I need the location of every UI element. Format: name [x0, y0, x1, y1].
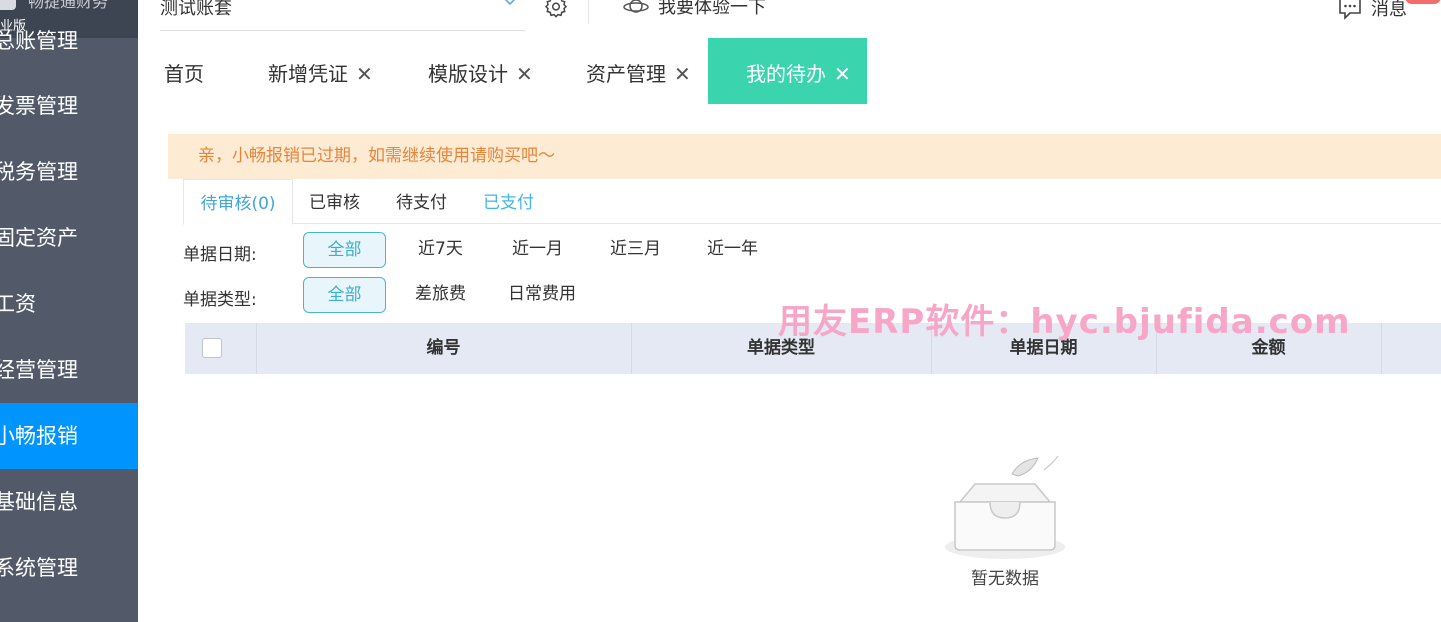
date-filter-all[interactable]: 全部 — [303, 232, 386, 268]
top-bar: 测试账套 我要体验一下 消息 — [138, 0, 1441, 38]
try-experience-label: 我要体验一下 — [658, 0, 766, 18]
tab-label: 资产管理 — [586, 62, 666, 86]
tab-label: 我的待办 — [746, 62, 826, 86]
tab-label: 新增凭证 — [268, 62, 348, 86]
date-filter-1year[interactable]: 近一年 — [707, 232, 758, 268]
sidebar-item-label: 经营管理 — [0, 358, 78, 382]
type-filter-all[interactable]: 全部 — [303, 277, 386, 313]
close-icon[interactable]: ✕ — [834, 38, 851, 110]
type-filter-travel[interactable]: 差旅费 — [415, 277, 466, 313]
sidebar-item-label: 税务管理 — [0, 160, 78, 184]
messages-button[interactable]: 消息 — [1337, 0, 1407, 22]
type-filter-daily[interactable]: 日常费用 — [508, 277, 576, 313]
gear-icon[interactable] — [544, 0, 568, 18]
type-filter-label: 单据类型: — [183, 290, 257, 310]
tab-asset-management[interactable]: 资产管理 ✕ — [586, 38, 691, 104]
tab-new-voucher[interactable]: 新增凭证 ✕ — [268, 38, 373, 104]
sidebar-item-label: 基础信息 — [0, 490, 78, 514]
tab-label: 模版设计 — [428, 62, 508, 86]
sidebar-item-label: 工资 — [0, 292, 36, 316]
tab-template-design[interactable]: 模版设计 ✕ — [428, 38, 533, 104]
sidebar-item-expense[interactable]: 小畅报销 — [0, 403, 138, 469]
sidebar-item-label: 系统管理 — [0, 556, 78, 580]
sidebar-item-label: 发票管理 — [0, 94, 78, 118]
sidebar-item-invoice[interactable]: 发票管理 — [0, 73, 138, 139]
date-filter-1month[interactable]: 近一月 — [512, 232, 563, 268]
sidebar: 畅捷通财务 业版 总账管理 发票管理 税务管理 固定资产 工资 经营管理 小畅报… — [0, 0, 138, 622]
empty-box-icon — [945, 455, 1065, 559]
close-icon[interactable]: ✕ — [356, 38, 373, 110]
date-filter-3months[interactable]: 近三月 — [610, 232, 661, 268]
try-experience-link[interactable]: 我要体验一下 — [622, 0, 766, 18]
tab-label: 首页 — [164, 62, 204, 86]
messages-label: 消息 — [1371, 0, 1407, 20]
select-all-checkbox[interactable] — [202, 338, 222, 358]
sidebar-item-ledger[interactable]: 总账管理 — [0, 8, 138, 74]
close-icon[interactable]: ✕ — [516, 38, 533, 110]
date-filter-7days[interactable]: 近7天 — [418, 232, 463, 268]
tab-pending-payment[interactable]: 待支付 — [396, 179, 447, 224]
sidebar-item-label: 小畅报销 — [0, 424, 78, 448]
account-select[interactable]: 测试账套 — [160, 0, 525, 31]
sidebar-item-label: 总账管理 — [0, 29, 78, 53]
sidebar-item-salary[interactable]: 工资 — [0, 271, 138, 337]
tab-reviewed[interactable]: 已审核 — [309, 179, 360, 224]
sidebar-item-fixed-assets[interactable]: 固定资产 — [0, 205, 138, 271]
planet-icon — [623, 0, 649, 13]
sidebar-item-system[interactable]: 系统管理 — [0, 535, 138, 601]
expired-notice: 亲，小畅报销已过期，如需继续使用请购买吧～ — [168, 134, 1441, 179]
page-tabs: 首页 新增凭证 ✕ 模版设计 ✕ 资产管理 ✕ 我的待办 ✕ — [138, 38, 1441, 104]
column-header-number: 编号 — [426, 338, 461, 358]
notice-text: 亲，小畅报销已过期，如需继续使用请购买吧～ — [198, 146, 555, 166]
message-badge — [1405, 0, 1441, 4]
top-divider — [588, 0, 589, 24]
chat-bubble-icon — [1339, 0, 1361, 20]
date-filter-label: 单据日期: — [183, 245, 257, 265]
tab-home[interactable]: 首页 — [164, 38, 204, 104]
chevron-down-icon — [504, 0, 516, 6]
sidebar-item-tax[interactable]: 税务管理 — [0, 139, 138, 205]
status-tabs: 待审核(0) 已审核 待支付 已支付 — [183, 179, 1441, 225]
close-icon[interactable]: ✕ — [674, 38, 691, 110]
sidebar-item-label: 固定资产 — [0, 226, 78, 250]
sidebar-item-operations[interactable]: 经营管理 — [0, 337, 138, 403]
sidebar-item-basic-info[interactable]: 基础信息 — [0, 469, 138, 535]
tab-my-todo[interactable]: 我的待办 ✕ — [708, 38, 867, 104]
watermark: 用友ERP软件：hyc.bjufida.com — [778, 302, 1351, 342]
tab-pending-review[interactable]: 待审核(0) — [183, 179, 293, 225]
tab-paid[interactable]: 已支付 — [483, 179, 534, 224]
empty-state-text: 暂无数据 — [971, 569, 1039, 589]
column-divider — [1381, 323, 1382, 374]
account-select-value: 测试账套 — [160, 0, 232, 19]
